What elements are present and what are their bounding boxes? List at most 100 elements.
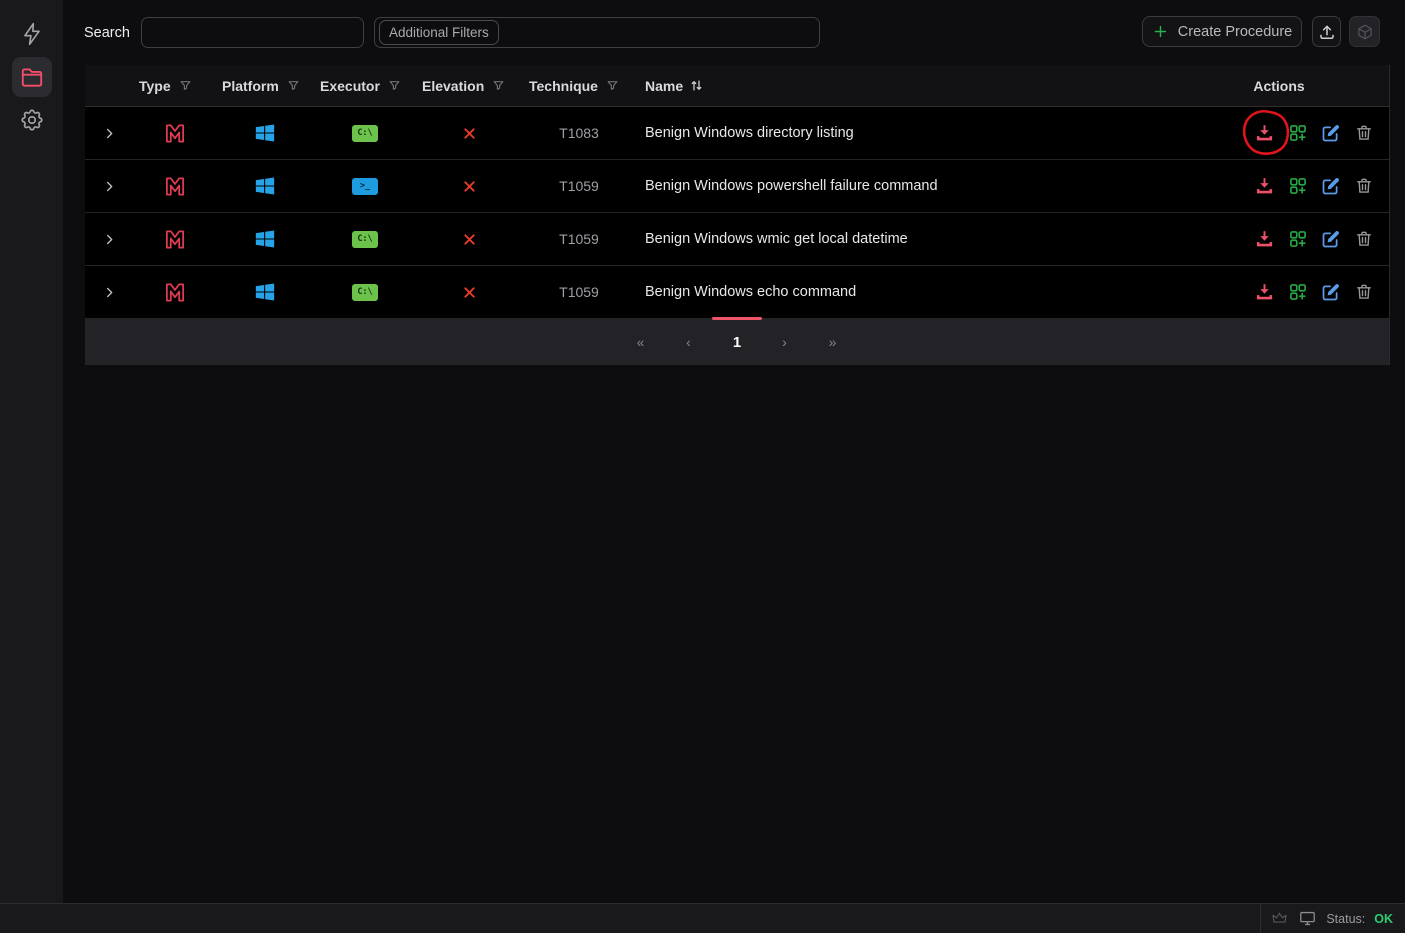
edit-button[interactable] [1320, 282, 1341, 303]
table-header-row: Type Platform Executor Elevation Techniq… [85, 65, 1389, 107]
technique-cell: T1083 [523, 125, 635, 141]
platform-cell [216, 228, 314, 250]
package-button[interactable] [1349, 16, 1380, 47]
header-actions-label: Actions [1253, 78, 1304, 94]
edit-button[interactable] [1320, 229, 1341, 250]
edit-button[interactable] [1320, 123, 1341, 144]
crown-icon[interactable] [1270, 909, 1289, 928]
plus-icon [1152, 23, 1169, 40]
search-input[interactable] [141, 17, 364, 48]
elevation-cell [416, 178, 523, 195]
executor-badge: C:\ [352, 231, 378, 248]
search-label: Search [84, 25, 130, 41]
sidebar-item-library[interactable] [12, 57, 52, 97]
download-button[interactable] [1254, 176, 1275, 197]
header-elevation-label: Elevation [422, 78, 484, 94]
type-cell [133, 279, 216, 305]
header-technique: Technique [523, 78, 635, 94]
delete-button[interactable] [1353, 282, 1374, 303]
edit-button[interactable] [1320, 176, 1341, 197]
first-page-button[interactable]: « [617, 334, 665, 350]
package-icon [1356, 23, 1374, 41]
technique-cell: T1059 [523, 284, 635, 300]
status-bar-right: Status: OK [1260, 904, 1405, 933]
filter-icon[interactable] [606, 79, 619, 92]
elevation-cell [416, 231, 523, 248]
sort-icon[interactable] [689, 78, 704, 93]
additional-filters-input[interactable]: Additional Filters [374, 17, 820, 48]
add-to-collection-button[interactable] [1287, 282, 1308, 303]
monitor-icon[interactable] [1298, 909, 1317, 928]
x-icon [461, 284, 478, 301]
header-executor-label: Executor [320, 78, 380, 94]
type-cell [133, 173, 216, 199]
prev-page-button[interactable]: ‹ [665, 334, 713, 350]
name-cell: Benign Windows echo command [635, 284, 1239, 300]
import-button[interactable] [1312, 16, 1341, 47]
sidebar-item-settings[interactable] [12, 100, 52, 140]
windows-icon [254, 175, 276, 197]
platform-cell [216, 175, 314, 197]
filter-icon[interactable] [388, 79, 401, 92]
upload-icon [1318, 23, 1336, 41]
name-cell: Benign Windows powershell failure comman… [635, 178, 1239, 194]
active-page-indicator [712, 317, 762, 320]
platform-cell [216, 122, 314, 144]
filter-icon[interactable] [179, 79, 192, 92]
elevation-cell [416, 284, 523, 301]
header-actions: Actions [1239, 78, 1389, 94]
executor-badge: >_ [352, 178, 378, 195]
executor-badge: C:\ [352, 125, 378, 142]
filter-icon[interactable] [287, 79, 300, 92]
header-type-label: Type [139, 78, 171, 94]
create-procedure-label: Create Procedure [1178, 24, 1292, 40]
table-row: >_ T1059 Benign Windows powershell failu… [85, 160, 1389, 213]
x-icon [461, 125, 478, 142]
delete-button[interactable] [1353, 176, 1374, 197]
actions-cell [1239, 123, 1389, 144]
header-executor: Executor [314, 78, 416, 94]
delete-button[interactable] [1353, 229, 1374, 250]
procedures-table: Type Platform Executor Elevation Techniq… [85, 65, 1390, 365]
expand-cell [85, 285, 133, 300]
create-procedure-button[interactable]: Create Procedure [1142, 16, 1302, 47]
platform-cell [216, 281, 314, 303]
actions-cell [1239, 229, 1389, 250]
chevron-right-icon[interactable] [102, 285, 117, 300]
executor-cell: C:\ [314, 125, 416, 142]
gear-icon [19, 107, 45, 133]
name-cell: Benign Windows directory listing [635, 125, 1239, 141]
filter-icon[interactable] [492, 79, 505, 92]
sidebar-item-operations[interactable] [12, 14, 52, 54]
chevron-right-icon[interactable] [102, 126, 117, 141]
status-label: Status: [1326, 912, 1365, 926]
chevron-right-icon[interactable] [102, 232, 117, 247]
name-cell: Benign Windows wmic get local datetime [635, 231, 1239, 247]
header-name: Name [635, 78, 1239, 94]
executor-cell: C:\ [314, 231, 416, 248]
delete-button[interactable] [1353, 123, 1374, 144]
current-page[interactable]: 1 [713, 334, 761, 351]
add-to-collection-button[interactable] [1287, 123, 1308, 144]
download-button[interactable] [1254, 282, 1275, 303]
technique-cell: T1059 [523, 231, 635, 247]
elevation-cell [416, 125, 523, 142]
pagination: « ‹ 1 › » [85, 319, 1389, 365]
add-to-collection-button[interactable] [1287, 176, 1308, 197]
table-row: C:\ T1059 Benign Windows wmic get local … [85, 213, 1389, 266]
windows-icon [254, 281, 276, 303]
download-button[interactable] [1254, 229, 1275, 250]
last-page-button[interactable]: » [809, 334, 857, 350]
additional-filters-placeholder: Additional Filters [379, 20, 499, 45]
add-to-collection-button[interactable] [1287, 229, 1308, 250]
chevron-right-icon[interactable] [102, 179, 117, 194]
header-type: Type [133, 78, 216, 94]
type-cell [133, 226, 216, 252]
mitre-m-icon [162, 226, 188, 252]
next-page-button[interactable]: › [761, 334, 809, 350]
lightning-icon [19, 21, 45, 47]
download-button[interactable] [1254, 123, 1275, 144]
actions-cell [1239, 176, 1389, 197]
mitre-m-icon [162, 279, 188, 305]
windows-icon [254, 228, 276, 250]
